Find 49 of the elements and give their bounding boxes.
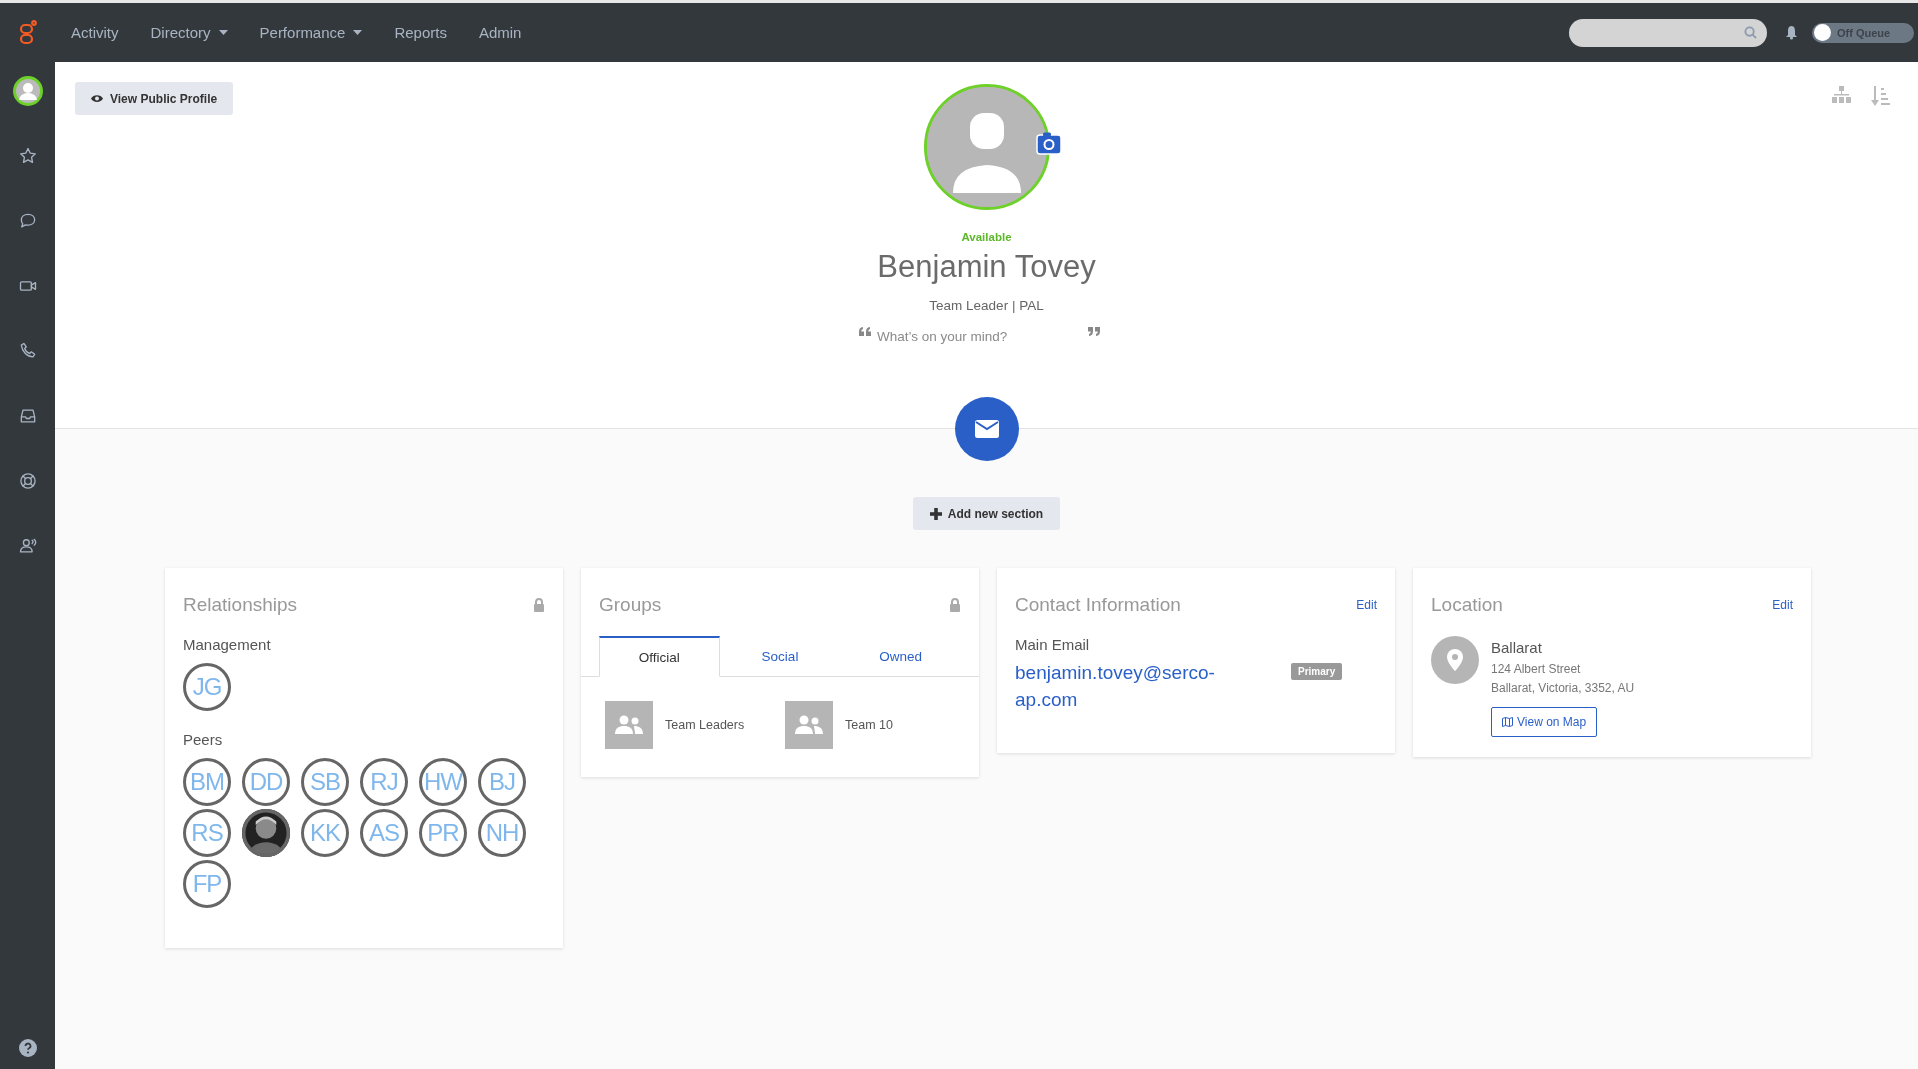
help-icon[interactable] [18,1039,37,1057]
street-address: 124 Albert Street [1491,662,1582,676]
search-field[interactable] [1569,18,1767,47]
nav-item[interactable]: Reports [378,24,463,41]
location-pin-icon [1431,636,1479,684]
user-avatar[interactable] [12,76,43,106]
primary-badge: Primary [1291,663,1343,680]
caret-icon[interactable] [353,30,363,35]
plus-icon [929,507,942,520]
email-link[interactable]: benjamin.tovey@serco-ap.com [1015,659,1245,713]
lifebuoy-icon[interactable] [17,471,38,491]
open-quote-icon [859,327,871,336]
logo-icon[interactable] [18,19,37,46]
view-public-profile-button[interactable]: View Public Profile [75,82,234,115]
envelope-icon [974,420,999,438]
view-map-button[interactable]: View on Map [1491,707,1598,737]
eye-icon [91,94,103,103]
user-voice-icon[interactable] [17,536,38,556]
camera-icon[interactable] [1035,131,1062,155]
nav-item[interactable]: Admin [462,24,538,41]
group-name[interactable]: Team 10 [845,718,893,732]
card-title: Contact Information [1015,594,1181,616]
card-title: Groups [599,594,662,616]
group-tab[interactable]: Official [599,636,720,677]
profile-name: Benjamin Tovey [877,249,1096,285]
map-icon [1502,717,1513,727]
card-title: Relationships [183,594,298,616]
region-address: Ballarat, Victoria, 3352, AU [1491,681,1635,695]
status-label: Available [961,231,1012,243]
status-message-field[interactable]: What’s on your mind? [877,329,1082,344]
edit-link[interactable]: Edit [1356,598,1377,612]
close-quote-icon [1088,327,1100,336]
section-label: Management [183,636,272,653]
nav-item[interactable]: Directory [134,24,244,41]
bell-icon[interactable] [1785,25,1798,40]
section-label: Peers [183,731,224,748]
job-title: Team Leader | PAL [929,298,1044,313]
caret-icon[interactable] [218,30,228,35]
group-tab[interactable]: Social [719,636,841,676]
group-name[interactable]: Team Leaders [665,718,745,732]
group-tab[interactable]: Owned [840,636,961,676]
nav-item[interactable]: Activity [55,24,135,41]
card-title: Location [1431,594,1503,616]
add-section-button[interactable]: Add new section [912,497,1061,530]
edit-link[interactable]: Edit [1772,598,1793,612]
city-name: Ballarat [1491,639,1543,656]
field-label: Main Email [1015,636,1091,653]
nav-item[interactable]: Performance [243,24,379,41]
star-icon[interactable] [17,146,38,166]
